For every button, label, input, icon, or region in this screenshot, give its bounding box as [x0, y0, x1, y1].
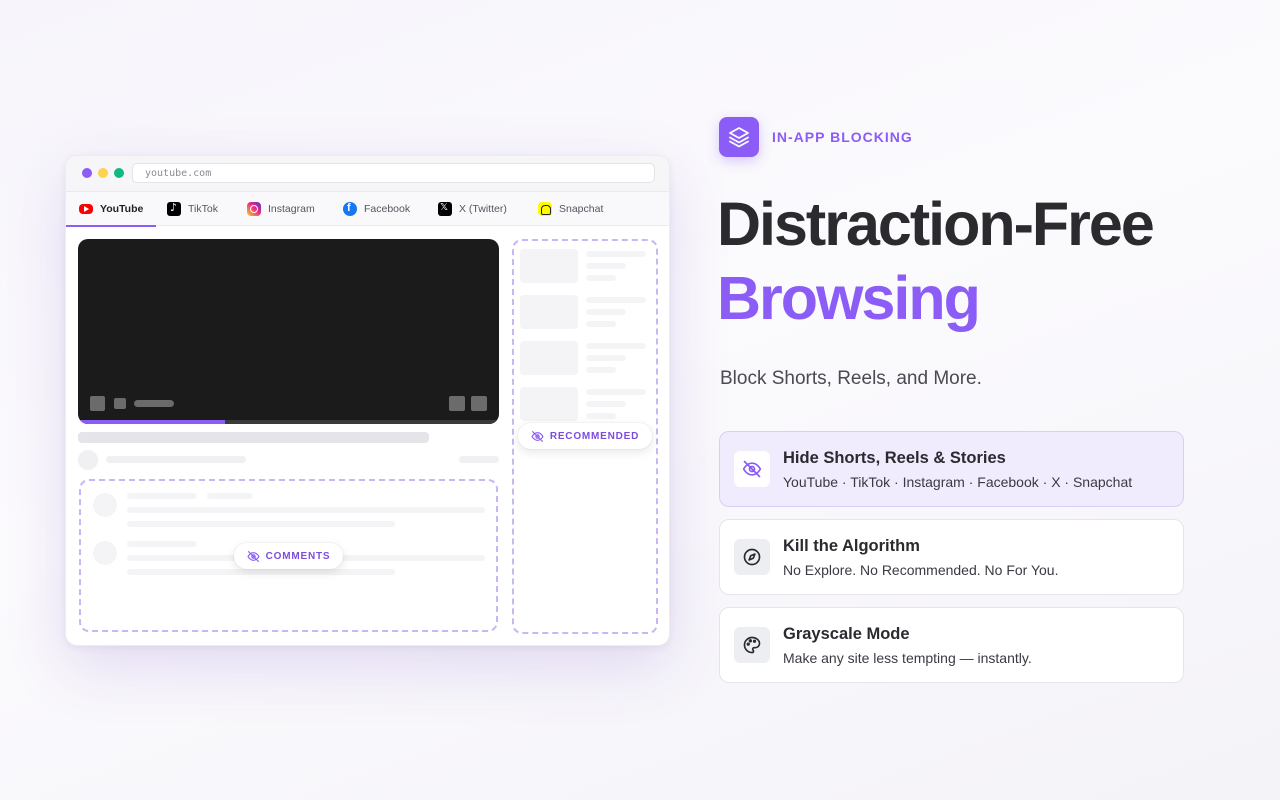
thumbnail-placeholder — [520, 295, 578, 329]
tab-label: X (Twitter) — [459, 203, 507, 215]
comment-line-placeholder — [127, 493, 197, 499]
tiktok-icon — [167, 201, 181, 216]
rec-line-placeholder — [586, 321, 616, 327]
tab-facebook[interactable]: Facebook — [343, 192, 410, 226]
eye-off-icon — [734, 451, 770, 487]
thumbnail-placeholder — [520, 341, 578, 375]
url-bar[interactable]: youtube.com — [132, 163, 655, 183]
rec-line-placeholder — [586, 263, 626, 269]
play-button[interactable] — [90, 396, 105, 411]
feature-title: Kill the Algorithm — [783, 537, 920, 555]
tab-label: Instagram — [268, 203, 315, 215]
subscribe-placeholder — [459, 456, 499, 463]
feature-title: Hide Shorts, Reels & Stories — [783, 449, 1006, 467]
tab-label: YouTube — [100, 203, 144, 215]
facebook-icon — [343, 202, 357, 216]
tab-tiktok[interactable]: TikTok — [167, 192, 218, 226]
recommended-label: RECOMMENDED — [549, 430, 640, 442]
comment-line-placeholder — [127, 521, 395, 527]
tab-label: Facebook — [364, 203, 411, 215]
tab-instagram[interactable]: Instagram — [247, 192, 315, 226]
comments-label: COMMENTS — [265, 550, 331, 562]
tab-youtube[interactable]: YouTube — [66, 192, 157, 227]
eye-off-icon — [531, 430, 544, 442]
comment-avatar-placeholder — [93, 541, 117, 565]
comments-hidden-pill: COMMENTS — [234, 543, 343, 569]
feature-card-grayscale[interactable]: Grayscale Mode Make any site less tempti… — [719, 607, 1184, 683]
comment-avatar-placeholder — [93, 493, 117, 517]
site-tabs: YouTube TikTok Instagram Facebook X (Twi… — [66, 192, 669, 227]
recommended-hidden-pill: RECOMMENDED — [518, 423, 652, 449]
feature-description: Make any site less tempting — instantly. — [783, 650, 1032, 666]
feature-card-kill-algorithm[interactable]: Kill the Algorithm No Explore. No Recomm… — [719, 519, 1184, 595]
rec-line-placeholder — [586, 275, 616, 281]
video-player[interactable] — [78, 239, 499, 424]
section-eyebrow: IN-APP BLOCKING — [772, 129, 913, 145]
feature-description: YouTube · TikTok · Instagram · Facebook … — [783, 474, 1133, 490]
window-maximize-dot[interactable] — [114, 168, 124, 178]
hero-title-line2: Browsing — [717, 264, 981, 332]
comment-line-placeholder — [127, 569, 395, 575]
window-close-dot[interactable] — [82, 168, 92, 178]
browser-titlebar: youtube.com — [66, 156, 669, 192]
settings-button[interactable] — [449, 396, 465, 411]
video-progress-fill — [78, 420, 226, 424]
comment-line-placeholder — [127, 507, 485, 513]
tab-label: TikTok — [188, 203, 218, 215]
recommended-blocked-area: RECOMMENDED — [512, 239, 658, 634]
eye-off-icon — [247, 550, 260, 562]
rec-line-placeholder — [586, 251, 646, 257]
video-progress-track[interactable] — [78, 420, 499, 424]
tab-snapchat[interactable]: Snapchat — [538, 192, 603, 226]
rec-line-placeholder — [586, 309, 626, 315]
palette-icon — [734, 627, 770, 663]
layers-icon — [719, 117, 759, 157]
video-title-placeholder — [78, 432, 429, 443]
thumbnail-placeholder — [520, 387, 578, 421]
browser-mockup: youtube.com YouTube TikTok Instagram Fac… — [65, 155, 670, 646]
thumbnail-placeholder — [520, 249, 578, 283]
snapchat-icon — [538, 202, 552, 216]
tab-label: Snapchat — [559, 203, 604, 215]
rec-line-placeholder — [586, 355, 626, 361]
fullscreen-button[interactable] — [471, 396, 487, 411]
rec-line-placeholder — [586, 413, 616, 419]
tab-x-twitter[interactable]: X (Twitter) — [438, 192, 507, 226]
x-twitter-icon — [438, 202, 452, 216]
feature-card-hide-shorts[interactable]: Hide Shorts, Reels & Stories YouTube · T… — [719, 431, 1184, 507]
compass-icon — [734, 539, 770, 575]
channel-name-placeholder — [106, 456, 246, 463]
rec-line-placeholder — [586, 401, 626, 407]
youtube-icon — [79, 204, 93, 214]
time-indicator — [134, 400, 174, 407]
comments-blocked-area: COMMENTS — [79, 479, 498, 632]
rec-line-placeholder — [586, 343, 646, 349]
feature-title: Grayscale Mode — [783, 625, 910, 643]
next-button[interactable] — [114, 398, 126, 409]
hero-title-line1: Distraction-Free — [717, 190, 1155, 258]
rec-line-placeholder — [586, 297, 646, 303]
window-minimize-dot[interactable] — [98, 168, 108, 178]
comment-line-placeholder — [127, 541, 197, 547]
rec-line-placeholder — [586, 367, 616, 373]
instagram-icon — [247, 202, 261, 216]
feature-description: No Explore. No Recommended. No For You. — [783, 562, 1059, 578]
comment-line-placeholder — [207, 493, 253, 499]
rec-line-placeholder — [586, 389, 646, 395]
channel-avatar-placeholder — [78, 450, 98, 470]
hero-subtitle: Block Shorts, Reels, and More. — [720, 368, 982, 389]
